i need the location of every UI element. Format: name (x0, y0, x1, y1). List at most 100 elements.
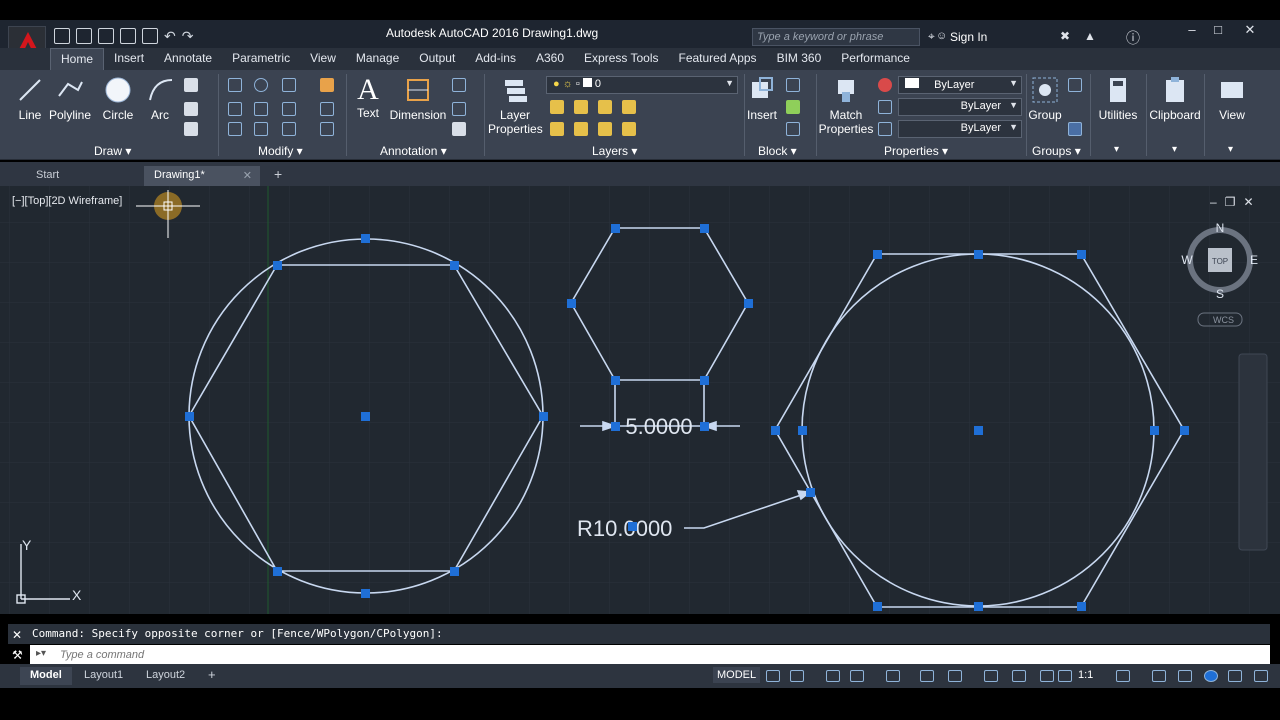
tab-view[interactable]: View (300, 48, 346, 70)
tab-parametric[interactable]: Parametric (222, 48, 300, 70)
mirror-icon[interactable] (254, 102, 268, 116)
table-icon[interactable] (452, 122, 466, 136)
tab-drawing1[interactable]: Drawing1* ✕ (144, 166, 260, 186)
snap-toggle-icon[interactable] (790, 670, 804, 682)
tab-output[interactable]: Output (409, 48, 465, 70)
grip[interactable] (700, 376, 709, 385)
navigation-bar[interactable] (1238, 353, 1268, 551)
chevron-down-icon[interactable]: ▾ (1228, 144, 1233, 155)
open-file-icon[interactable] (76, 28, 92, 44)
view-button[interactable]: View (1210, 76, 1254, 122)
color-dropdown[interactable]: ByLayer ▼ (898, 76, 1022, 94)
hardware-acceleration-icon[interactable] (1228, 670, 1242, 682)
explode-icon[interactable] (320, 102, 334, 116)
fillet-icon[interactable] (282, 102, 296, 116)
clipboard-button[interactable]: Clipboard (1148, 76, 1202, 122)
tab-featured-apps[interactable]: Featured Apps (669, 48, 767, 70)
properties-panel-title[interactable]: Properties ▾ (884, 144, 948, 158)
insert-block-button[interactable]: Insert (744, 76, 780, 122)
drawing-svg[interactable]: 5.0000 R10.0000 Y X TOP N S E W WCS (0, 186, 1280, 614)
rotate-icon[interactable] (254, 78, 268, 92)
tab-performance[interactable]: Performance (831, 48, 920, 70)
grip[interactable] (361, 234, 370, 243)
compass-n[interactable]: N (1216, 221, 1225, 235)
viewport-restore-icon[interactable]: ❐ (1225, 195, 1236, 209)
grip[interactable] (450, 567, 459, 576)
circle-button[interactable]: Circle (98, 76, 138, 122)
layers-panel-title[interactable]: Layers ▾ (592, 144, 637, 158)
tab-annotate[interactable]: Annotate (154, 48, 222, 70)
model-space-button[interactable]: MODEL (713, 667, 761, 683)
grip[interactable] (700, 224, 709, 233)
isolate-objects-icon[interactable] (1204, 670, 1218, 682)
grip[interactable] (744, 299, 753, 308)
binoculars-icon[interactable]: ⌖ (928, 29, 935, 44)
grip[interactable] (450, 261, 459, 270)
offset-icon[interactable] (320, 122, 334, 136)
isodraft-icon[interactable] (886, 670, 900, 682)
erase-icon[interactable] (320, 78, 334, 92)
grip[interactable] (771, 426, 780, 435)
annotation-scale[interactable]: 1:1 (1078, 669, 1093, 681)
tab-add-ins[interactable]: Add-ins (465, 48, 526, 70)
new-tab-icon[interactable]: + (264, 166, 292, 186)
layout-tab-model[interactable]: Model (20, 667, 72, 685)
annotation-panel-title[interactable]: Annotation ▾ (380, 144, 447, 158)
plot-icon[interactable] (142, 28, 158, 44)
selection-cycling-icon[interactable] (1012, 670, 1026, 682)
close-tab-icon[interactable]: ✕ (243, 169, 252, 182)
layer-properties-button[interactable]: Layer Properties (488, 76, 543, 136)
modify-panel-title[interactable]: Modify ▾ (258, 144, 303, 158)
linear-dimension-text[interactable]: 5.0000 (625, 414, 692, 439)
save-as-icon[interactable] (120, 28, 136, 44)
dimension-button[interactable]: Dimension (388, 76, 448, 122)
grip[interactable] (798, 426, 807, 435)
close-icon[interactable]: ✕ (12, 628, 22, 642)
undo-icon[interactable]: ↶ (164, 28, 176, 45)
units-icon[interactable] (1178, 670, 1192, 682)
grip[interactable] (974, 426, 983, 435)
viewport-close-icon[interactable]: ✕ (1243, 195, 1253, 209)
grip[interactable] (974, 250, 983, 259)
layer-tool-icon[interactable] (550, 100, 564, 114)
arc-button[interactable]: Arc (144, 76, 176, 122)
wrench-icon[interactable]: ⚒ (12, 648, 23, 662)
layout-tab-layout2[interactable]: Layout2 (136, 667, 195, 685)
layer-tool-icon[interactable] (598, 122, 612, 136)
annotation-visibility-icon[interactable] (1040, 670, 1054, 682)
hatch-icon[interactable] (184, 102, 198, 116)
grip[interactable] (185, 412, 194, 421)
edit-block-icon[interactable] (786, 100, 800, 114)
ortho-toggle-icon[interactable] (826, 670, 840, 682)
draw-panel-title[interactable]: Draw ▾ (94, 144, 131, 158)
chevron-down-icon[interactable]: ▾ (1172, 144, 1177, 155)
array-icon[interactable] (282, 122, 296, 136)
add-layout-icon[interactable]: + (198, 667, 226, 685)
viewport-controls-label[interactable]: [−][Top][2D Wireframe] (12, 195, 122, 207)
grip[interactable] (611, 422, 620, 431)
group-selection-icon[interactable] (1068, 122, 1082, 136)
linetype-dropdown[interactable]: ByLayer ▼ (898, 98, 1022, 116)
workspace-gear-icon[interactable] (1116, 670, 1130, 682)
match-properties-button[interactable]: Match Properties (818, 76, 874, 136)
create-block-icon[interactable] (786, 78, 800, 92)
lineweight-dropdown[interactable]: ByLayer ▼ (898, 120, 1022, 138)
sign-in-button[interactable]: Sign In (950, 30, 987, 44)
tab-insert[interactable]: Insert (104, 48, 154, 70)
layer-tool-icon[interactable] (598, 100, 612, 114)
grip[interactable] (628, 522, 637, 531)
tab-start[interactable]: Start (26, 166, 69, 186)
compass-e[interactable]: E (1250, 253, 1258, 267)
compass-w[interactable]: W (1181, 253, 1193, 267)
polar-tracking-icon[interactable] (850, 670, 864, 682)
tab-a360[interactable]: A360 (526, 48, 574, 70)
layer-tool-icon[interactable] (622, 122, 636, 136)
trim-icon[interactable] (282, 78, 296, 92)
maximize-icon[interactable]: □ (1204, 22, 1232, 38)
command-prompt-icon[interactable]: ▸▾ (36, 648, 46, 659)
grip[interactable] (611, 376, 620, 385)
grip[interactable] (273, 261, 282, 270)
text-button[interactable]: A Text (352, 74, 384, 121)
tab-manage[interactable]: Manage (346, 48, 409, 70)
layer-tool-icon[interactable] (622, 100, 636, 114)
